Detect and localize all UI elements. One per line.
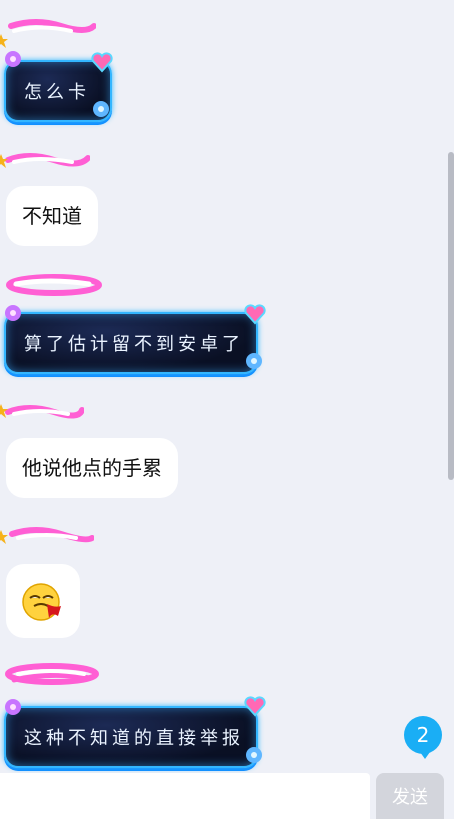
- heart-decoration-icon: [244, 304, 266, 325]
- flower-decoration-icon: [5, 305, 21, 321]
- new-message-badge[interactable]: 2: [404, 716, 442, 759]
- message-text: 算了估计留不到安卓了: [24, 334, 244, 355]
- flower-decoration-icon: [93, 101, 109, 117]
- bleeding-face-emoji-icon: [22, 583, 61, 621]
- star-icon: [0, 404, 8, 418]
- heart-decoration-icon: [91, 52, 113, 73]
- flower-decoration-icon: [246, 353, 262, 369]
- message-input[interactable]: [0, 773, 370, 819]
- message-text: 这种不知道的直接举报: [24, 728, 244, 749]
- redacted-name-scribble: [8, 19, 96, 33]
- chat-bubble-white: 不知道: [6, 186, 98, 246]
- redacted-name-scribble: [5, 663, 99, 685]
- flower-decoration-icon: [5, 51, 21, 67]
- chat-bubble-white: 他说他点的手累: [6, 438, 178, 498]
- send-button[interactable]: 发送: [376, 773, 444, 819]
- redacted-name-scribble: [5, 405, 84, 419]
- chat-bubble-dark: 这种不知道的直接举报: [4, 706, 258, 768]
- chat-bubble-dark: 算了估计留不到安卓了: [4, 312, 258, 374]
- redacted-name-scribble: [6, 274, 102, 296]
- message-text: 怎么卡: [24, 82, 90, 103]
- chat-bubble-emoji: [6, 564, 80, 638]
- scrollbar[interactable]: [448, 152, 454, 480]
- flower-decoration-icon: [5, 699, 21, 715]
- badge-count: 2: [416, 723, 430, 747]
- message-text: 不知道: [22, 204, 82, 228]
- flower-decoration-icon: [246, 747, 262, 763]
- send-button-label: 发送: [392, 787, 428, 808]
- heart-decoration-icon: [244, 696, 266, 717]
- star-icon: [0, 154, 8, 168]
- message-text: 他说他点的手累: [22, 456, 162, 480]
- redacted-name-scribble: [5, 153, 90, 167]
- redacted-name-scribble: [9, 527, 94, 543]
- star-icon: [0, 530, 8, 544]
- star-icon: [0, 34, 8, 48]
